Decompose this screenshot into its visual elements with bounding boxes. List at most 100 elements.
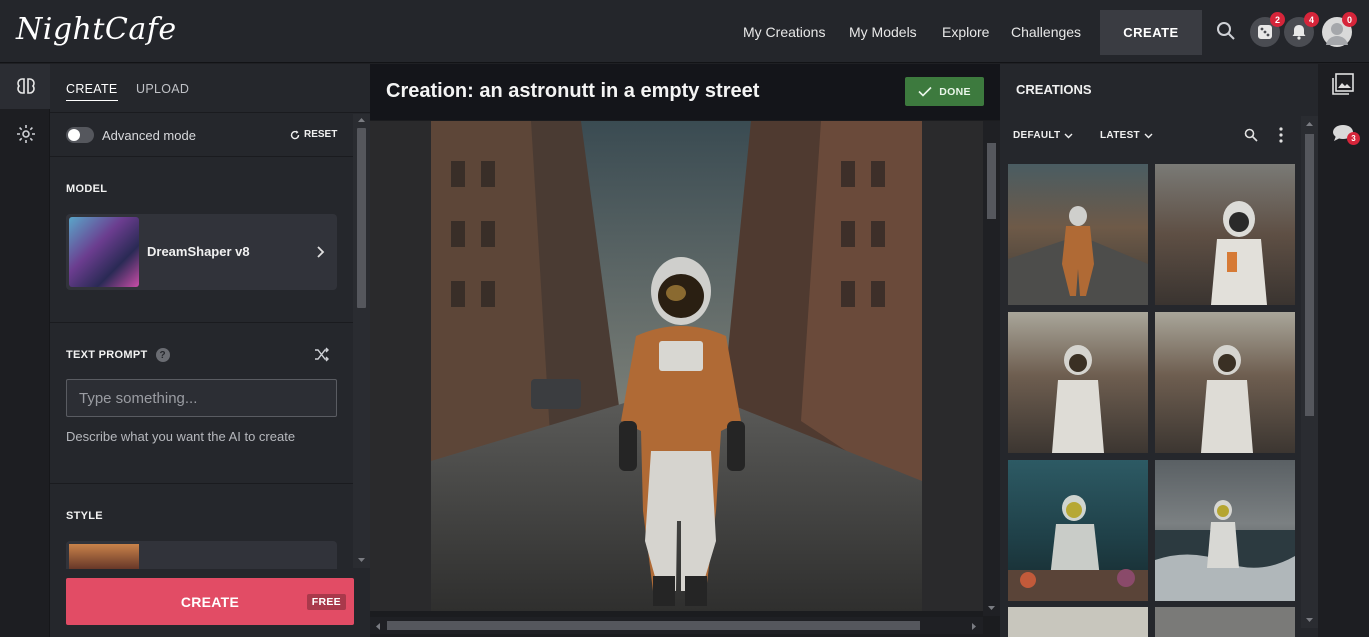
creation-thumbnail[interactable] bbox=[1155, 607, 1295, 637]
avatar[interactable]: 0 bbox=[1322, 12, 1357, 47]
text-prompt-header: TEXT PROMPT ? bbox=[66, 348, 170, 362]
astronaut-street-thumb bbox=[1008, 206, 1148, 305]
creation-thumbnail[interactable] bbox=[1008, 460, 1148, 601]
right-rail: 3 bbox=[1318, 64, 1369, 637]
done-label: DONE bbox=[939, 85, 971, 98]
create-tabs: CREATE UPLOAD bbox=[50, 64, 370, 113]
astronaut-underwater-thumb bbox=[1008, 495, 1148, 601]
rail-create-tab[interactable] bbox=[0, 64, 50, 109]
gallery-icon[interactable] bbox=[1332, 73, 1354, 100]
dice-button[interactable]: 2 bbox=[1250, 12, 1285, 47]
creations-filter-row: DEFAULT LATEST bbox=[1000, 120, 1318, 150]
notifications-badge: 4 bbox=[1304, 12, 1319, 27]
creation-thumbnail[interactable] bbox=[1008, 607, 1148, 637]
model-thumbnail bbox=[69, 217, 139, 287]
astronaut-street-illustration bbox=[431, 121, 922, 611]
refresh-icon bbox=[290, 130, 300, 139]
divider bbox=[50, 483, 353, 484]
image-area bbox=[370, 121, 983, 611]
left-scrollbar-thumb[interactable] bbox=[357, 128, 366, 308]
creation-thumbnail[interactable] bbox=[1008, 312, 1148, 453]
avatar-badge: 0 bbox=[1342, 12, 1357, 27]
creation-thumbnail[interactable] bbox=[1155, 312, 1295, 453]
dice-icon bbox=[1258, 25, 1272, 39]
center-scrollbar[interactable] bbox=[983, 121, 1000, 616]
creations-scrollbar[interactable] bbox=[1301, 116, 1318, 628]
left-scrollbar[interactable] bbox=[353, 114, 370, 568]
check-icon bbox=[918, 86, 932, 97]
creation-thumbnail[interactable] bbox=[1155, 164, 1295, 305]
astronaut-ocean-thumb bbox=[1155, 500, 1295, 601]
nightcafe-logo[interactable]: NightCafe bbox=[16, 12, 177, 47]
style-heading: STYLE bbox=[66, 510, 103, 522]
creations-scrollbar-thumb[interactable] bbox=[1305, 134, 1314, 416]
advanced-mode-row: Advanced mode RESET bbox=[50, 114, 353, 157]
nav-my-creations[interactable]: My Creations bbox=[743, 24, 825, 40]
create-button-label: CREATE bbox=[180, 593, 240, 610]
text-prompt-heading: TEXT PROMPT bbox=[66, 349, 148, 361]
left-rail bbox=[0, 64, 50, 637]
astronaut-crowd-thumb bbox=[1211, 201, 1267, 305]
horizontal-scrollbar-thumb[interactable] bbox=[387, 621, 920, 630]
chat-badge: 3 bbox=[1347, 132, 1360, 145]
creations-header: CREATIONS bbox=[1000, 64, 1318, 114]
text-prompt-input[interactable]: Type something... bbox=[66, 379, 337, 417]
model-selector[interactable]: DreamShaper v8 bbox=[66, 214, 337, 290]
advanced-mode-toggle[interactable] bbox=[66, 127, 94, 143]
top-create-button[interactable]: CREATE bbox=[1100, 10, 1202, 55]
divider bbox=[50, 322, 353, 323]
settings-gear-icon[interactable] bbox=[16, 124, 36, 149]
top-bar: NightCafe My Creations My Models Explore… bbox=[0, 0, 1369, 63]
shuffle-icon[interactable] bbox=[314, 347, 329, 362]
chevron-down-icon bbox=[1144, 133, 1153, 138]
center-horizontal-scrollbar[interactable] bbox=[370, 617, 983, 634]
nav-challenges[interactable]: Challenges bbox=[1011, 24, 1081, 40]
scroll-left-icon bbox=[376, 623, 380, 630]
astronaut-crowd-thumb bbox=[1201, 345, 1253, 453]
prompt-hint: Describe what you want the AI to create bbox=[66, 429, 296, 444]
scroll-right-icon bbox=[972, 623, 976, 630]
creation-viewer: Creation: an astronutt in a empty street… bbox=[370, 64, 1000, 637]
style-selector[interactable] bbox=[66, 541, 337, 569]
style-thumbnail bbox=[69, 544, 139, 569]
chevron-right-icon bbox=[317, 246, 325, 258]
chat-button[interactable]: 3 bbox=[1332, 124, 1360, 147]
creation-thumbnail[interactable] bbox=[1008, 164, 1148, 305]
model-heading: MODEL bbox=[66, 183, 108, 195]
sort-default-dropdown[interactable]: DEFAULT bbox=[1013, 130, 1073, 141]
tab-upload[interactable]: UPLOAD bbox=[136, 82, 189, 96]
done-button[interactable]: DONE bbox=[905, 77, 984, 106]
create-panel: CREATE UPLOAD Advanced mode RESET MODEL … bbox=[50, 64, 370, 637]
brain-icon bbox=[17, 78, 35, 94]
model-name: DreamShaper v8 bbox=[147, 244, 250, 259]
search-icon[interactable] bbox=[1244, 128, 1258, 142]
creation-image[interactable] bbox=[431, 121, 922, 611]
nav-explore[interactable]: Explore bbox=[942, 24, 989, 40]
create-button[interactable]: CREATE FREE bbox=[66, 578, 354, 625]
notifications-button[interactable]: 4 bbox=[1284, 12, 1319, 47]
creation-header: Creation: an astronutt in a empty street… bbox=[370, 64, 1000, 120]
sort-latest-label: LATEST bbox=[1100, 130, 1140, 141]
scroll-down-icon bbox=[358, 558, 365, 562]
help-icon[interactable]: ? bbox=[155, 348, 170, 362]
tab-create[interactable]: CREATE bbox=[66, 82, 118, 101]
creations-panel: CREATIONS DEFAULT LATEST bbox=[1000, 64, 1318, 637]
creation-thumbnail[interactable] bbox=[1155, 460, 1295, 601]
nav-my-models[interactable]: My Models bbox=[849, 24, 917, 40]
bell-icon bbox=[1292, 25, 1306, 40]
advanced-mode-label: Advanced mode bbox=[102, 128, 196, 143]
scroll-up-icon bbox=[1306, 122, 1313, 126]
scroll-up-icon bbox=[358, 118, 365, 122]
search-icon[interactable] bbox=[1216, 21, 1236, 46]
free-badge: FREE bbox=[306, 594, 346, 610]
scroll-down-icon bbox=[1306, 618, 1313, 622]
astronaut-crowd-thumb bbox=[1052, 345, 1104, 453]
sort-latest-dropdown[interactable]: LATEST bbox=[1100, 130, 1153, 141]
reset-button[interactable]: RESET bbox=[290, 129, 337, 140]
center-scrollbar-thumb[interactable] bbox=[987, 143, 996, 219]
reset-label: RESET bbox=[304, 129, 338, 140]
scroll-down-icon bbox=[988, 606, 995, 610]
chevron-down-icon bbox=[1064, 133, 1073, 138]
more-vertical-icon[interactable] bbox=[1279, 127, 1283, 143]
sort-default-label: DEFAULT bbox=[1013, 130, 1061, 141]
